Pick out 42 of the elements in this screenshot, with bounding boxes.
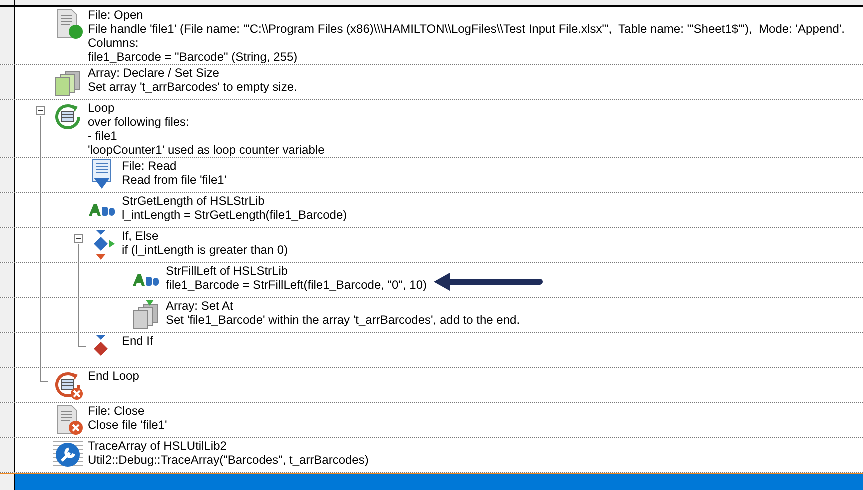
- step-row[interactable]: StrFillLeft of HSLStrLib file1_Barcode = StrFillLeft(file1_Barcode, "0", 10): [0, 263, 863, 298]
- step-detail: Util2::Debug::TraceArray("Barcodes", t_arrBarcodes): [88, 453, 369, 467]
- step-detail: file1_Barcode = StrFillLeft(file1_Barcode, "0", 10): [166, 278, 427, 292]
- step-detail: Read from file 'file1': [122, 173, 227, 187]
- step-title: TraceArray of HSLUtilLib2: [88, 439, 228, 453]
- step-detail: over following files:: [88, 115, 190, 129]
- step-detail: l_intLength = StrGetLength(file1_Barcode): [122, 208, 348, 222]
- step-title: Array: Declare / Set Size: [88, 66, 220, 80]
- step-row[interactable]: StrGetLength of HSLStrLib l_intLength = StrGetLength(file1_Barcode): [0, 193, 863, 228]
- step-detail: 'loopCounter1' used as loop counter variable: [88, 143, 325, 157]
- step-title: StrFillLeft of HSLStrLib: [166, 264, 290, 278]
- step-row[interactable]: File: Read Read from file 'file1': [0, 158, 863, 193]
- step-title: File: Open: [88, 8, 144, 22]
- step-title: Array: Set At: [166, 299, 234, 313]
- step-title: File: Read: [122, 159, 178, 173]
- step-detail: file1_Barcode = "Barcode" (String, 255): [88, 50, 299, 64]
- string-function-icon: [88, 203, 116, 217]
- step-row[interactable]: [0, 7, 863, 65]
- step-detail: Set array 't_arrBarcodes' to empty size.: [88, 80, 298, 94]
- step-row[interactable]: File: Close Close file 'file1': [0, 403, 863, 438]
- step-row[interactable]: If, Else if (l_intLength is greater than 0): [0, 228, 863, 263]
- step-detail: Columns:: [88, 36, 140, 50]
- step-detail: if (l_intLength is greater than 0): [122, 243, 288, 257]
- step-title: Loop: [88, 101, 116, 115]
- step-title: StrGetLength of HSLStrLib: [122, 194, 266, 208]
- collapse-icon[interactable]: [74, 234, 83, 243]
- step-title: End If: [122, 334, 154, 348]
- step-detail: - file1: [88, 129, 118, 143]
- collapse-icon[interactable]: [36, 106, 45, 115]
- step-detail: File handle 'file1' (File name: '"C:\\Program Files (x86)\\\HAMILTON\\LogFiles\\Test Input File.xlsx"', Table name: '"Sheet1$"'), Mode: 'Append'.: [88, 22, 846, 36]
- step-title: File: Close: [88, 404, 146, 418]
- step-row[interactable]: End Loop: [0, 368, 863, 403]
- string-function-icon: [132, 273, 160, 287]
- step-row[interactable]: Array: Set At Set 'file1_Barcode' within the array 't_arrBarcodes', add to the end.: [0, 298, 863, 333]
- step-row[interactable]: TraceArray of HSLUtilLib2 Util2::Debug::TraceArray("Barcodes", t_arrBarcodes): [0, 438, 863, 473]
- step-detail: Close file 'file1': [88, 418, 168, 432]
- step-row[interactable]: End If: [0, 333, 863, 368]
- step-row[interactable]: Loop over following files: - file1 'loopCounter1' used as loop counter variable: [0, 100, 863, 158]
- step-title: End Loop: [88, 369, 140, 383]
- step-row[interactable]: Array: Declare / Set Size Set array 't_arrBarcodes' to empty size.: [0, 65, 863, 100]
- step-detail: Set 'file1_Barcode' within the array 't_arrBarcodes', add to the end.: [166, 313, 520, 327]
- step-title: If, Else: [122, 229, 160, 243]
